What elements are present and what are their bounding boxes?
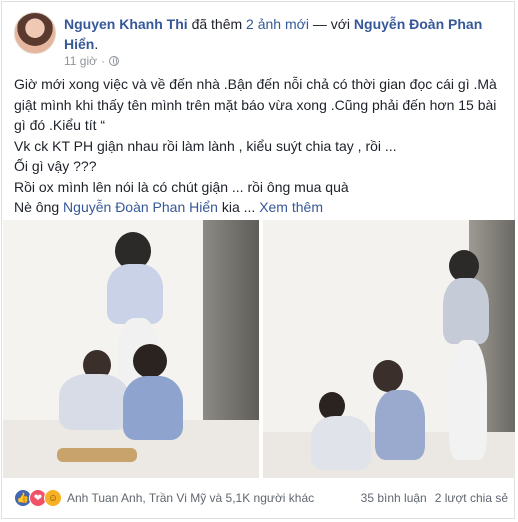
shares-count[interactable]: 2 lượt chia sẻ — [435, 491, 508, 505]
author-name-link[interactable]: Nguyen Khanh Thi — [64, 16, 188, 32]
post-line: Ối gì vậy ??? — [14, 158, 97, 174]
photo-1[interactable] — [3, 220, 259, 478]
last-line-prefix: Nè ông — [14, 199, 60, 215]
post-card: Nguyen Khanh Thi đã thêm 2 ảnh mới — với… — [1, 1, 515, 519]
header-period: . — [94, 36, 99, 52]
post-time[interactable]: 11 giờ — [64, 54, 97, 68]
mention-link[interactable]: Nguyễn Đoàn Phan Hiển — [63, 199, 218, 215]
author-avatar[interactable] — [14, 12, 56, 54]
see-more-link[interactable]: Xem thêm — [259, 199, 323, 215]
dot-separator: · — [101, 54, 105, 68]
comments-count[interactable]: 35 bình luận — [361, 491, 427, 505]
reactions-bar: 👍 ❤ ☺ Anh Tuan Anh, Trần Vi Mỹ và 5,1K n… — [14, 488, 508, 508]
action-text: đã thêm — [191, 16, 243, 32]
post-body: Giờ mới xong việc và về đến nhà .Bận đến… — [14, 74, 504, 218]
reaction-names[interactable]: Anh Tuan Anh, Trần Vi Mỹ và 5,1K người k… — [67, 491, 314, 505]
post-line: Giờ mới xong việc và về đến nhà .Bận đến… — [14, 76, 497, 133]
photo-count-link[interactable]: 2 ảnh mới — [246, 16, 309, 32]
haha-icon[interactable]: ☺ — [44, 489, 62, 507]
photo-2[interactable] — [263, 220, 515, 478]
post-meta: 11 giờ · — [64, 54, 119, 68]
photo-grid — [3, 220, 515, 478]
post-stats: 35 bình luận 2 lượt chia sẻ — [361, 491, 508, 505]
post-header: Nguyen Khanh Thi đã thêm 2 ảnh mới — với… — [64, 14, 504, 54]
last-line-suffix: kia ... — [221, 199, 256, 215]
post-last-line: Nè ông Nguyễn Đoàn Phan Hiển kia ... Xem… — [14, 197, 504, 218]
globe-icon[interactable] — [109, 56, 119, 66]
post-line: Vk ck KT PH giận nhau rồi làm lành , kiể… — [14, 137, 397, 154]
post-line: Rồi ox mình lên nói là có chút giận ... … — [14, 178, 349, 195]
with-text: — với — [312, 16, 351, 32]
